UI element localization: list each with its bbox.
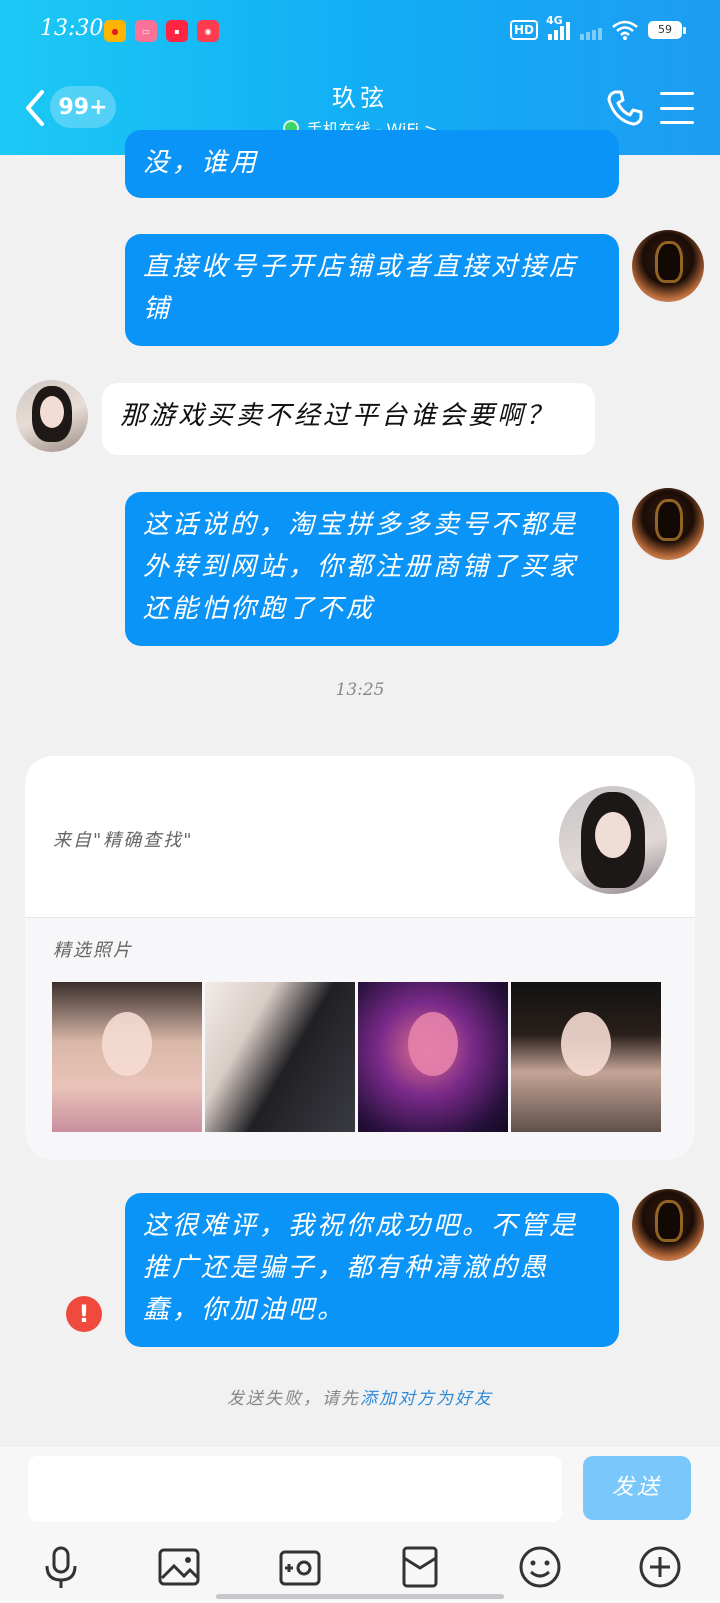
bilibili-icon: ▭ — [135, 20, 157, 42]
send-failed-text: 发送失败，请先 — [227, 1389, 360, 1409]
message-input[interactable] — [28, 1456, 562, 1522]
camera-icon — [279, 1550, 321, 1586]
my-avatar[interactable] — [632, 230, 704, 302]
profile-card-avatar[interactable] — [559, 786, 667, 894]
send-failed-notice: 发送失败，请先添加对方为好友 — [0, 1384, 720, 1409]
photo-face — [102, 1012, 152, 1076]
microphone-icon — [45, 1546, 77, 1588]
card-source-text: 来自"精确查找" — [53, 830, 194, 851]
image-icon — [158, 1548, 200, 1586]
profile-card[interactable]: 来自"精确查找" 精选照片 — [25, 756, 695, 1160]
message-text: 那游戏买卖不经过平台谁会要啊？ — [120, 401, 556, 431]
menu-button[interactable] — [660, 92, 694, 124]
voice-button[interactable] — [38, 1544, 84, 1590]
featured-photo[interactable] — [52, 982, 202, 1132]
message-text: 这话说的，淘宝拼多多卖号不都是外转到网站，你都注册商铺了买家还能怕你跑了不成 — [143, 510, 579, 624]
featured-photo[interactable] — [205, 982, 355, 1132]
red-packet-button[interactable] — [397, 1544, 443, 1590]
profile-card-header: 来自"精确查找" — [25, 756, 695, 918]
status-indicators: HD 4G 59 — [509, 14, 686, 40]
message-bubble-outgoing[interactable]: 没，谁用 — [125, 130, 619, 198]
message-bubble-outgoing[interactable]: 直接收号子开店铺或者直接对接店铺 — [125, 234, 619, 346]
message-text: 没，谁用 — [143, 148, 260, 178]
battery-icon: 59 — [648, 21, 686, 39]
status-time: 13:30 — [40, 16, 104, 41]
featured-photo[interactable] — [511, 982, 661, 1132]
weibo-icon: ● — [104, 20, 126, 42]
home-indicator[interactable] — [216, 1594, 504, 1599]
my-avatar[interactable] — [632, 1189, 704, 1261]
menu-line — [660, 92, 694, 95]
message-text: 直接收号子开店铺或者直接对接店铺 — [143, 252, 579, 324]
phone-icon — [607, 90, 643, 126]
featured-photo[interactable] — [358, 982, 508, 1132]
message-bubble-outgoing[interactable]: 这话说的，淘宝拼多多卖号不都是外转到网站，你都注册商铺了买家还能怕你跑了不成 — [125, 492, 619, 646]
featured-photos-label: 精选照片 — [53, 940, 133, 961]
message-bubble-outgoing-failed[interactable]: 这很难评，我祝你成功吧。不管是推广还是骗子，都有种清澈的愚蠢，你加油吧。 — [125, 1193, 619, 1347]
more-button[interactable] — [637, 1544, 683, 1590]
input-area: 发送 — [0, 1445, 720, 1603]
photo-face — [561, 1012, 611, 1076]
status-app-icons: ● ▭ ▪ ◉ — [104, 20, 219, 42]
message-timestamp: 13:25 — [335, 680, 385, 700]
message-bubble-incoming[interactable]: 那游戏买卖不经过平台谁会要啊？ — [102, 383, 595, 455]
signal-secondary-icon — [580, 20, 602, 40]
add-friend-link[interactable]: 添加对方为好友 — [360, 1389, 493, 1409]
message-text: 这很难评，我祝你成功吧。不管是推广还是骗子，都有种清澈的愚蠢，你加油吧。 — [143, 1211, 579, 1325]
camera-button[interactable] — [277, 1544, 323, 1590]
image-button[interactable] — [156, 1544, 202, 1590]
signal-icon: 4G — [546, 14, 570, 40]
red-packet-icon — [402, 1546, 438, 1588]
photo-face — [408, 1012, 458, 1076]
social-app-icon: ◉ — [197, 20, 219, 42]
menu-line — [660, 106, 694, 110]
emoji-icon — [519, 1546, 561, 1588]
xiaohongshu-icon: ▪ — [166, 20, 188, 42]
send-button[interactable]: 发送 — [583, 1456, 691, 1520]
network-type: 4G — [546, 14, 563, 27]
my-avatar[interactable] — [632, 488, 704, 560]
send-failed-icon[interactable]: ! — [66, 1296, 102, 1332]
wifi-icon — [612, 20, 638, 40]
contact-avatar[interactable] — [16, 380, 88, 452]
plus-circle-icon — [639, 1546, 681, 1588]
emoji-button[interactable] — [517, 1544, 563, 1590]
menu-line — [660, 121, 694, 124]
hd-badge: HD — [509, 20, 538, 40]
call-button[interactable] — [605, 88, 645, 128]
status-bar: 13:30 ● ▭ ▪ ◉ HD 4G 59 — [0, 0, 720, 62]
